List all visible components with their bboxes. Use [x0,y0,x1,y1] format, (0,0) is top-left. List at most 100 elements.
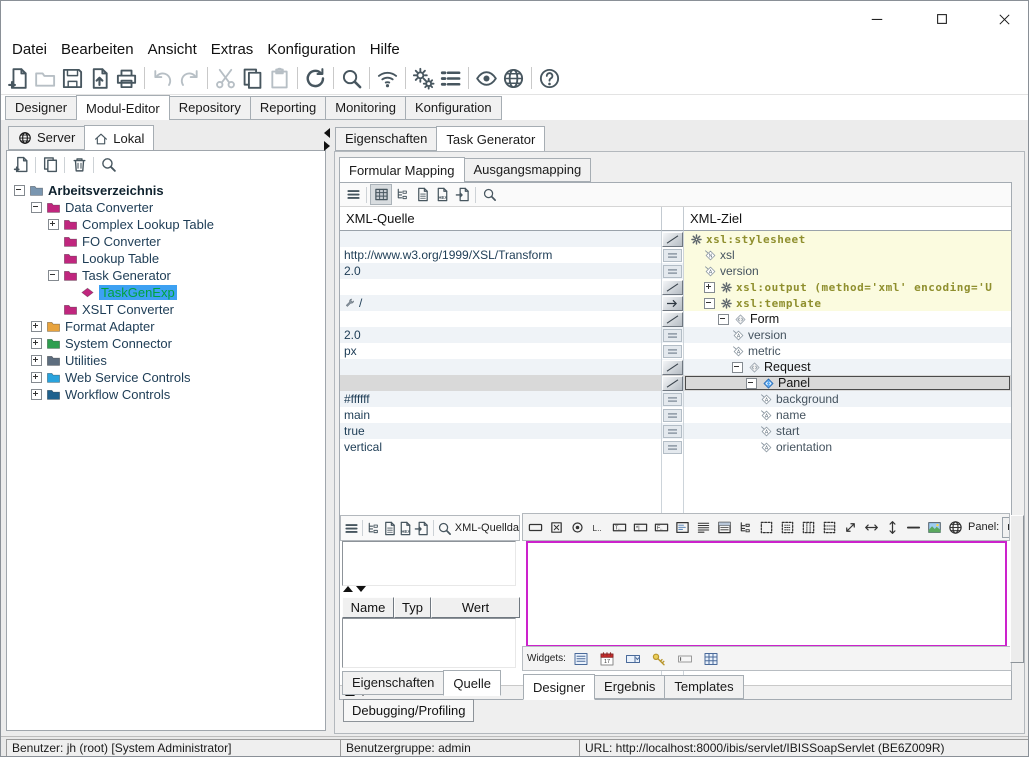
combo-field-widget-button[interactable] [623,649,644,669]
key-widget-button[interactable] [649,649,670,669]
document-hex-button[interactable]: HEX [398,519,414,538]
mapping-target-cell[interactable]: Aversion [684,263,1011,279]
mapping-target-cell[interactable]: Astart [684,423,1011,439]
mapping-source-cell[interactable]: 2.0 [340,263,662,279]
search-button[interactable] [479,185,499,204]
mapping-equals-button[interactable] [663,441,682,454]
mapping-slash-button[interactable] [662,312,683,327]
menu-datei[interactable]: Datei [5,39,54,60]
minimize-button[interactable] [861,5,893,33]
tab-task-generator[interactable]: Task Generator [436,126,545,152]
image-widget-button[interactable] [924,517,945,537]
document-import-button[interactable] [452,185,472,204]
refresh-button[interactable] [302,65,329,92]
panel-dropdown[interactable]: m... [1002,517,1010,538]
attr-column-typ[interactable]: Typ [394,597,431,618]
text-field-widget-button[interactable] [675,649,696,669]
tab-repository[interactable]: Repository [170,96,251,120]
attribute-table-body[interactable] [342,618,516,668]
radio-widget-button[interactable] [567,517,588,537]
globe-button[interactable] [945,517,966,537]
mapping-slash-button[interactable] [662,360,683,375]
grid-table-button[interactable] [370,184,392,205]
rows-area-widget-button[interactable] [819,517,840,537]
attr-column-wert[interactable]: Wert [431,597,520,618]
mapping-target-cell[interactable]: Form [684,311,1011,327]
mapping-slash-button[interactable] [662,280,683,295]
paragraph-widget-button[interactable] [693,517,714,537]
tree-expander-icon[interactable] [48,270,59,281]
debugging-profiling-button[interactable]: Debugging/Profiling [343,699,474,722]
mapping-target-cell[interactable]: Aname [684,407,1011,423]
tab-lokal[interactable]: Lokal [84,125,154,151]
hamburger-button[interactable] [343,185,363,204]
tab-konfiguration[interactable]: Konfiguration [406,96,502,120]
mapping-source-cell[interactable]: true [340,423,662,439]
tab-designer[interactable]: Designer [523,674,595,700]
tree-structure-button[interactable] [392,185,412,204]
tree-expander-icon[interactable] [31,389,42,400]
password-widget-button[interactable]: *| [630,517,651,537]
tree-item-arbeitsverzeichnis[interactable]: Arbeitsverzeichnis [7,182,325,199]
trash-button[interactable] [68,154,90,176]
maximize-button[interactable] [926,5,958,33]
tree-item-format-adapter[interactable]: Format Adapter [7,318,325,335]
mapping-equals-button[interactable] [663,393,682,406]
tree-item-taskgenexp[interactable]: TaskGenExp [7,284,325,301]
collapsed-panel-strip[interactable] [1010,515,1024,663]
mapping-source-cell[interactable] [340,311,662,327]
mapping-target-cell[interactable]: Nxsl [684,247,1011,263]
search-button[interactable] [437,519,453,538]
tree-expander-icon[interactable] [31,321,42,332]
tab-formular-mapping[interactable]: Formular Mapping [339,157,465,183]
tab-modul-editor[interactable]: Modul-Editor [76,95,170,121]
menu-hilfe[interactable]: Hilfe [363,39,407,60]
textarea-widget-button[interactable] [672,517,693,537]
mapping-source-cell[interactable]: vertical [340,439,662,455]
h-resize-widget-button[interactable] [861,517,882,537]
mapping-target-cell[interactable]: Aorientation [684,439,1011,455]
menu-bearbeiten[interactable]: Bearbeiten [54,39,141,60]
mapping-target-cell[interactable]: Abackground [684,391,1011,407]
tree-expander-icon[interactable] [732,362,743,373]
mapping-slash-button[interactable] [662,232,683,247]
tab-designer[interactable]: Designer [5,96,77,120]
list-blue-widget-button[interactable] [571,649,592,669]
mapping-equals-button[interactable] [663,409,682,422]
search-button[interactable] [97,154,119,176]
grid-area-widget-button[interactable] [777,517,798,537]
tree-widget-button[interactable] [735,517,756,537]
mapping-equals-button[interactable] [663,265,682,278]
separator-widget-button[interactable] [903,517,924,537]
mapping-source-cell[interactable]: px [340,343,662,359]
tree-item-data-converter[interactable]: Data Converter [7,199,325,216]
save-button[interactable] [59,65,86,92]
wifi-button[interactable] [374,65,401,92]
mapping-target-cell[interactable]: Ametric [684,343,1011,359]
paste-button[interactable] [266,65,293,92]
tab-ergebnis[interactable]: Ergebnis [595,675,665,699]
table-blue-widget-button[interactable] [701,649,722,669]
copy-button[interactable] [39,154,61,176]
open-folder-button[interactable] [32,65,59,92]
mapping-equals-button[interactable] [663,425,682,438]
new-document-button[interactable] [10,154,32,176]
list-options-button[interactable] [437,65,464,92]
mapping-source-cell[interactable] [340,279,662,295]
mapping-equals-button[interactable] [663,345,682,358]
calendar-widget-button[interactable]: 17 [597,649,618,669]
print-button[interactable] [113,65,140,92]
menu-ansicht[interactable]: Ansicht [141,39,204,60]
tree-item-utilities[interactable]: Utilities [7,352,325,369]
document-button[interactable] [412,185,432,204]
tree-expander-icon[interactable] [718,314,729,325]
tree-expander-icon[interactable] [704,282,715,293]
v-resize-widget-button[interactable] [882,517,903,537]
undo-button[interactable] [149,65,176,92]
tree-expander-icon[interactable] [48,219,59,230]
tree-item-workflow-controls[interactable]: Workflow Controls [7,386,325,403]
tree-item-system-connector[interactable]: System Connector [7,335,325,352]
source-splitter[interactable] [343,586,366,592]
diagonal-arrow-widget-button[interactable] [840,517,861,537]
tree-expander-icon[interactable] [31,355,42,366]
